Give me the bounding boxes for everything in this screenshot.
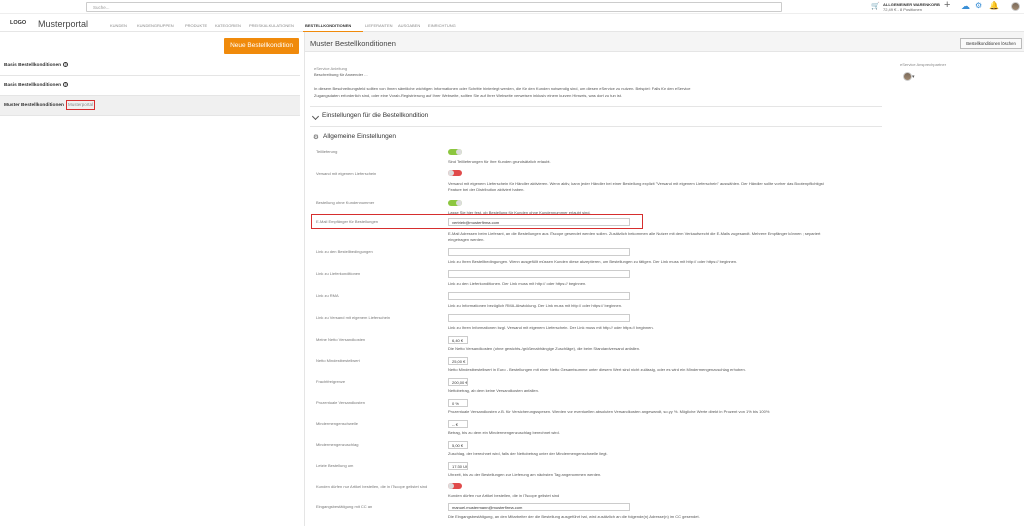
settings-icon: ⚙: [313, 134, 319, 141]
field-hint: E-Mail Adressen beim Lieferant, an die B…: [448, 231, 821, 236]
partner-label: eService Ansprechpartner: [900, 62, 947, 67]
field-hint: Link zu Ihren Bestellbedingungen. Wenn a…: [448, 259, 738, 264]
field-label: Bestellung ohne Kundennummer: [316, 200, 375, 205]
cart-summary: 72,49 € - 8 Positionen: [883, 7, 922, 12]
field-label: Letzte Bestellung um: [316, 463, 354, 468]
list-item-label: Basis Bestellkonditionen: [4, 63, 62, 68]
search-input[interactable]: Suche...: [86, 2, 782, 12]
field-hint: Kunden dürfen nur Artikel bestellen, die…: [448, 493, 560, 498]
field-hint: Feature bei der Distribution aktiviert h…: [448, 187, 525, 192]
guide-text: Beschreibung für Anwender ...: [314, 72, 368, 77]
nav-item-preiskalkulationen[interactable]: PREISKALKULATIONEN: [249, 23, 294, 28]
nav-item-ausgaben[interactable]: AUSGABEN: [398, 23, 420, 28]
shipping-cost-input[interactable]: 6,40 €: [448, 336, 468, 344]
section-title[interactable]: Einstellungen für die Bestellkondition: [322, 112, 428, 119]
subsection-title: Allgemeine Einstellungen: [323, 133, 396, 140]
chevron-down-icon[interactable]: ▾: [912, 74, 915, 80]
field-label: Link zu Versand mit eigenem Lieferschein: [316, 315, 391, 320]
intro-text-1: In diesem Beschreibungsfeld sollten von …: [314, 86, 691, 91]
percent-shipping-input[interactable]: 0 %: [448, 399, 468, 407]
field-label: Kunden dürfen nur Artikel bestellen, die…: [316, 484, 428, 489]
portal-title: Musterportal: [38, 19, 89, 29]
field-hint: Uhrzeit, bis zu der Bestellungen zur Lie…: [448, 472, 602, 477]
cc-email-input[interactable]: manuel.mustermann@musterfirma.com: [448, 503, 630, 511]
partner-avatar[interactable]: [903, 72, 912, 81]
guide-label: eService Anleitung: [314, 66, 348, 71]
plus-icon[interactable]: +: [944, 0, 950, 11]
field-hint: Prozentuale Versandkosten z.B. für Versi…: [448, 409, 770, 414]
delete-button[interactable]: Bestellkonditionen löschen: [960, 38, 1022, 49]
divider: [310, 106, 882, 107]
list-item-label: Basis Bestellkonditionen: [4, 83, 62, 88]
portal-tag: Musterportal: [65, 99, 95, 110]
divider: [310, 126, 882, 127]
nav-item-kunden[interactable]: KUNDEN: [110, 23, 127, 28]
list-item-label: Muster Bestellkonditionen: [4, 103, 64, 108]
field-hint: Die Netto Versandkosten (ohne gewichts-/…: [448, 346, 641, 351]
list-item[interactable]: Basis Bestellkonditionen?: [0, 76, 300, 96]
detail-header: [305, 32, 1024, 52]
nav-item-bestellkonditionen[interactable]: BESTELLKONDITIONEN: [305, 23, 351, 28]
field-label: Link zu RMA: [316, 293, 339, 298]
field-hint: eingetragen werden.: [448, 237, 485, 242]
field-hint: Zuschlag, der berechnet wird, falls der …: [448, 451, 608, 456]
detail-title: Muster Bestellkonditionen: [310, 39, 396, 48]
field-label: Netto Mindestbestellwert: [316, 358, 360, 363]
last-order-time-input[interactable]: 17:30 Uhr: [448, 462, 468, 470]
nav-item-lieferanten[interactable]: LIEFERANTEN: [365, 23, 393, 28]
nav-item-produkte[interactable]: PRODUKTE: [185, 23, 207, 28]
min-order-value-input[interactable]: 25,00 €: [448, 357, 468, 365]
own-delivery-note-link-input[interactable]: [448, 314, 630, 322]
field-label: Link zu Lieferkonditionen: [316, 271, 361, 276]
logo: LOGO: [10, 20, 27, 26]
bell-icon[interactable]: 🔔: [989, 1, 999, 10]
cart-widget[interactable]: 🛒 ALLGEMEINER WARENKORB 72,49 € - 8 Posi…: [871, 1, 941, 13]
field-hint: Betrag, bis zu dem ein Mindermengenzusch…: [448, 430, 560, 435]
rma-link-input[interactable]: [448, 292, 630, 300]
cart-icon: 🛒: [871, 3, 880, 10]
intro-text-2: Zugangsdaten erforderlich sind, oder ein…: [314, 93, 623, 98]
help-icon[interactable]: ?: [63, 62, 69, 68]
email-recipients-input[interactable]: vertrieb@musterfirma.com: [448, 218, 630, 226]
field-label: Eingangsbestätigung mit CC an: [316, 504, 373, 509]
toggle-nur-gelistete-artikel[interactable]: [448, 483, 462, 489]
field-label: Link zu den Bestellbedingungen: [316, 249, 373, 254]
field-label: Teillieferung: [316, 149, 338, 154]
help-icon[interactable]: ?: [63, 82, 69, 88]
min-quantity-threshold-input[interactable]: -- €: [448, 420, 468, 428]
toggle-eigener-lieferschein[interactable]: [448, 170, 462, 176]
field-hint: Link zu den Lieferkonditionen. Der Link …: [448, 281, 587, 286]
field-label: Versand mit eigenem Lieferschein: [316, 171, 377, 176]
field-hint: Versand mit eigenem Lieferschein für Hän…: [448, 181, 824, 186]
cloud-icon[interactable]: ☁: [961, 1, 970, 12]
field-hint: Nettobetrag, ab dem keine Versandkosten …: [448, 388, 539, 393]
nav-item-einrichtung[interactable]: EINRICHTUNG: [428, 23, 456, 28]
user-avatar[interactable]: [1011, 2, 1020, 11]
field-hint: Link zu Informationen bezüglich RMA-Abwi…: [448, 303, 623, 308]
list-item[interactable]: Basis Bestellkonditionen?: [0, 56, 300, 76]
top-bar: Suche... 🛒 ALLGEMEINER WARENKORB 72,49 €…: [0, 0, 1024, 14]
field-hint: Link zu Ihren Informationen bzgl. Versan…: [448, 325, 654, 330]
toggle-ohne-kundennummer[interactable]: [448, 200, 462, 206]
gear-icon[interactable]: ⚙: [975, 1, 982, 10]
nav-item-kategorien[interactable]: KATEGORIEN: [215, 23, 241, 28]
delivery-terms-link-input[interactable]: [448, 270, 630, 278]
nav-item-kundengruppen[interactable]: KUNDENGRUPPEN: [137, 23, 174, 28]
new-condition-button[interactable]: Neue Bestellkondition: [224, 38, 299, 54]
field-label: Frachtfreigrenze: [316, 379, 346, 384]
free-shipping-threshold-input[interactable]: 200,00 €: [448, 378, 468, 386]
min-quantity-surcharge-input[interactable]: 5,00 €: [448, 441, 468, 449]
list-item-selected[interactable]: Muster Bestellkonditionen Musterportal: [0, 96, 300, 116]
field-label: Meine Netto Versandkosten: [316, 337, 366, 342]
field-hint: Die Eingangsbestätigung, an den Mitarbei…: [448, 514, 700, 519]
field-hint: Sind Teillieferungen für Ihre Kunden gru…: [448, 159, 551, 164]
field-hint: Netto Mindestbestellwert in Euro - Beste…: [448, 367, 746, 372]
order-terms-link-input[interactable]: [448, 248, 630, 256]
field-label: Mindermengenschwelle: [316, 421, 359, 426]
field-label: E-Mail Empfänger für Bestellungen: [316, 219, 379, 224]
toggle-teillieferung[interactable]: [448, 149, 462, 155]
field-label: Prozentuale Versandkosten: [316, 400, 365, 405]
field-label: Mindermengenzuschlag: [316, 442, 359, 447]
